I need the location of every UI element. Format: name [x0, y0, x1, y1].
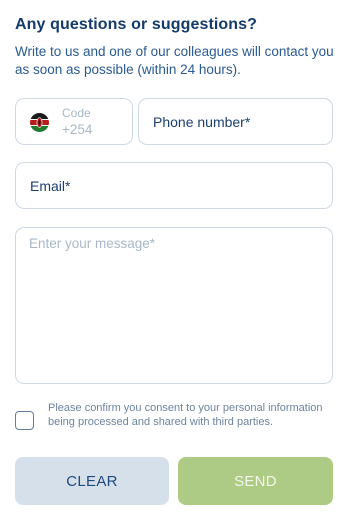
- message-field[interactable]: [15, 227, 333, 384]
- send-button[interactable]: SEND: [178, 457, 333, 505]
- email-input[interactable]: [16, 163, 332, 208]
- country-code-value: +254: [62, 122, 93, 137]
- consent-text: Please confirm you consent to your perso…: [48, 402, 323, 428]
- form-subtitle: Write to us and one of our colleagues wi…: [15, 44, 334, 77]
- consent-checkbox[interactable]: [15, 411, 34, 430]
- email-field[interactable]: [15, 162, 333, 209]
- phone-input[interactable]: [139, 99, 332, 144]
- kenya-flag-icon: [30, 113, 49, 132]
- message-textarea[interactable]: [16, 228, 332, 383]
- country-code-selector[interactable]: Code +254: [15, 98, 133, 145]
- phone-field[interactable]: [138, 98, 333, 145]
- clear-button[interactable]: CLEAR: [15, 457, 169, 505]
- country-code-label: Code: [62, 106, 91, 120]
- form-title: Any questions or suggestions?: [15, 16, 258, 33]
